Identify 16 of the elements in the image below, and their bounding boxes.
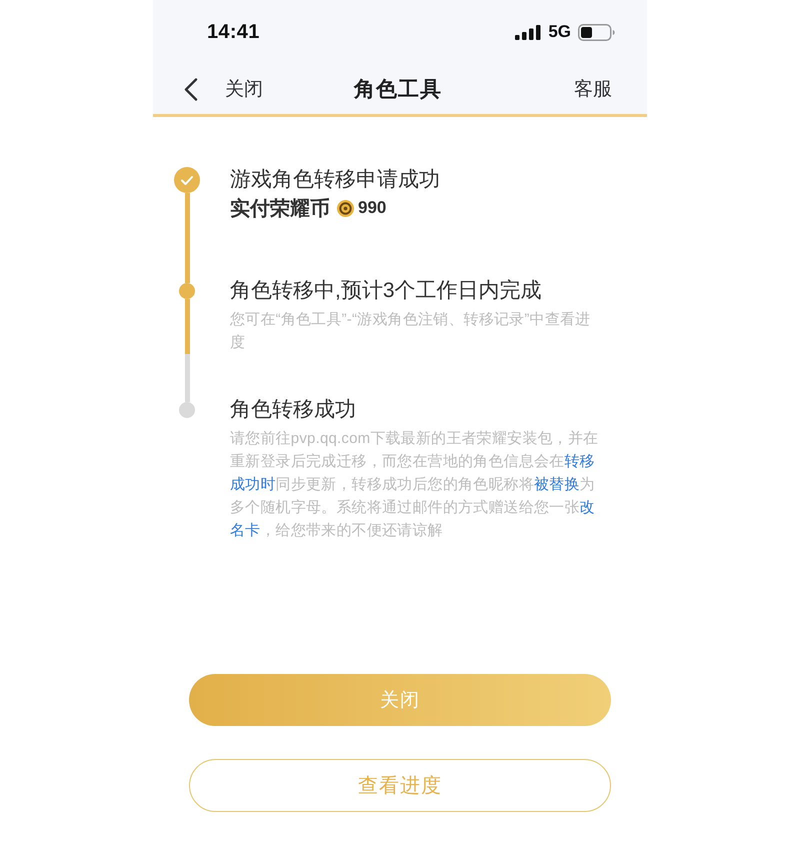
step-title: 游戏角色转移申请成功	[230, 167, 441, 193]
battery-icon	[578, 24, 615, 40]
step-title: 角色转移成功	[230, 397, 357, 423]
back-chevron-icon	[184, 78, 198, 100]
support-button[interactable]: 客服	[574, 76, 612, 102]
page-title: 角色工具	[354, 77, 442, 103]
step-description: 您可在“角色工具”-“游戏角色注销、转移记录”中查看进度	[230, 310, 592, 353]
coin-icon	[337, 200, 354, 216]
step-title: 角色转移中,预计3个工作日内完成	[230, 278, 543, 304]
network-label: 5G	[548, 22, 571, 42]
signal-icon	[515, 24, 542, 40]
status-time: 14:41	[207, 20, 260, 44]
payment-label: 实付荣耀币	[230, 196, 330, 222]
step-description: 请您前往pvp.qq.com下载最新的王者荣耀安装包，并在重新登录后完成迁移，而您在营地的角色信息会在转移成功时同步更新，转移成功后您的角色昵称将被替换为多个随机字母。系统将通过邮件的方式赠送给您一张改名卡，给您带来的不便还请谅解	[230, 429, 600, 541]
back-button[interactable]: 关闭	[184, 76, 263, 102]
coin-amount: 990	[358, 198, 386, 218]
